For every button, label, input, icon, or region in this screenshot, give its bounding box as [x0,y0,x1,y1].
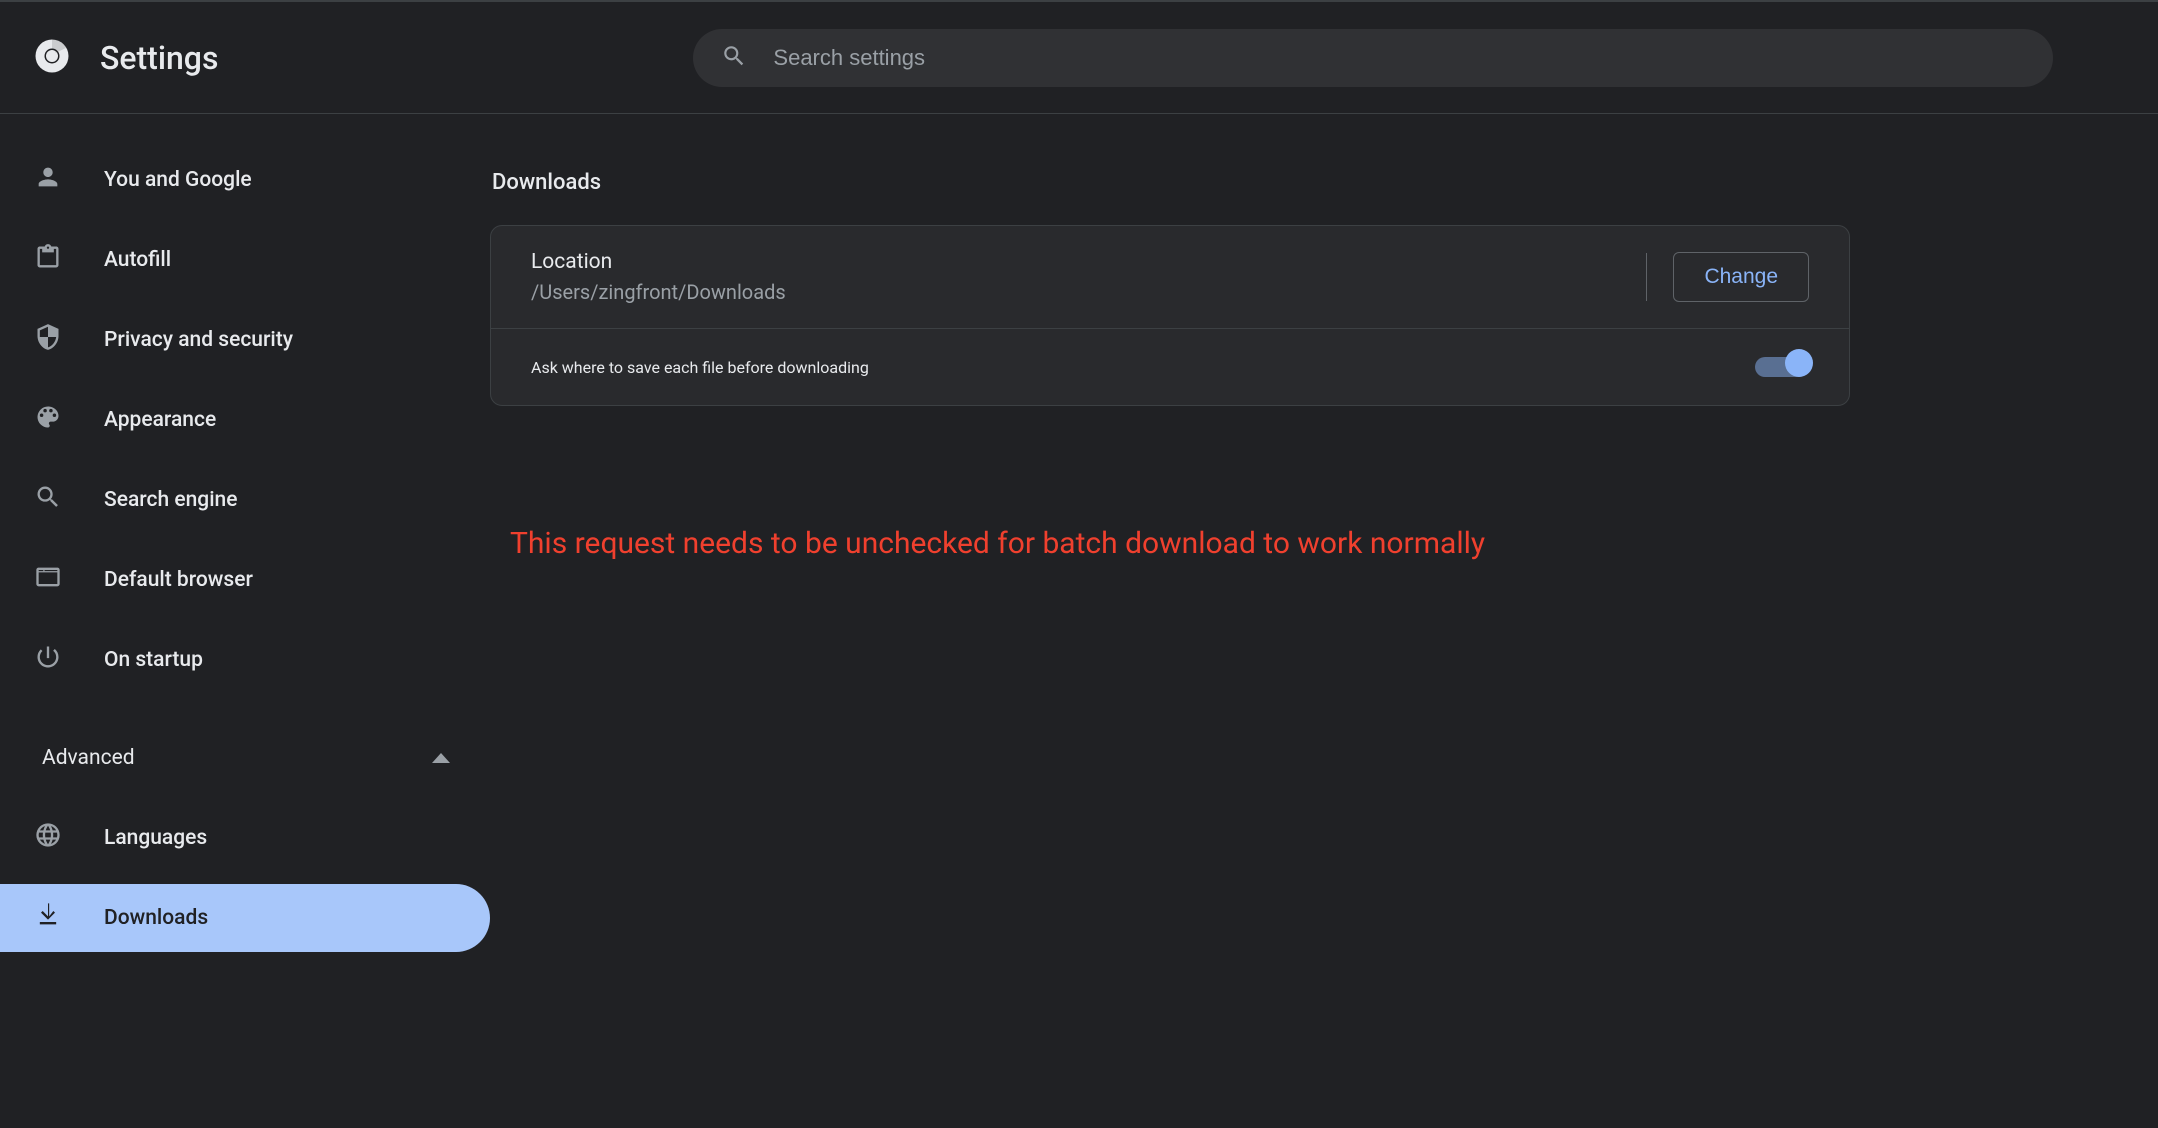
search-container[interactable] [693,29,2053,87]
ask-where-row: Ask where to save each file before downl… [491,328,1849,405]
sidebar-item-label: Appearance [104,408,216,432]
sidebar-item-label: You and Google [104,168,252,192]
sidebar-item-default-browser[interactable]: Default browser [0,546,490,614]
change-location-button[interactable]: Change [1673,252,1809,302]
sidebar-item-you-and-google[interactable]: You and Google [0,146,490,214]
section-title: Downloads [490,170,2158,195]
sidebar-item-label: Languages [104,826,207,850]
search-icon [34,483,62,517]
sidebar-item-downloads[interactable]: Downloads [0,884,490,952]
annotation-warning-text: This request needs to be unchecked for b… [510,526,2158,561]
download-icon [34,901,62,935]
sidebar-item-languages[interactable]: Languages [0,804,490,872]
sidebar-item-label: On startup [104,648,203,672]
person-icon [34,163,62,197]
sidebar: You and Google Autofill Privacy and secu… [0,114,490,1126]
location-path: /Users/zingfront/Downloads [531,280,786,304]
sidebar-item-privacy[interactable]: Privacy and security [0,306,490,374]
sidebar-item-label: Search engine [104,488,238,512]
sidebar-advanced-toggle[interactable]: Advanced [0,724,490,792]
header-title-group: Settings [34,38,218,78]
sidebar-item-label: Autofill [104,248,171,272]
clipboard-icon [34,243,62,277]
sidebar-item-on-startup[interactable]: On startup [0,626,490,694]
advanced-label: Advanced [42,746,135,770]
location-text: Location /Users/zingfront/Downloads [531,250,786,304]
downloads-card: Location /Users/zingfront/Downloads Chan… [490,225,1850,406]
chevron-up-icon [432,753,450,763]
main-content: Downloads Location /Users/zingfront/Down… [490,114,2158,1126]
search-input[interactable] [773,45,2025,71]
sidebar-item-label: Default browser [104,568,253,592]
search-icon [721,43,747,73]
power-icon [34,643,62,677]
sidebar-item-search-engine[interactable]: Search engine [0,466,490,534]
sidebar-item-label: Privacy and security [104,328,293,352]
sidebar-item-autofill[interactable]: Autofill [0,226,490,294]
shield-icon [34,323,62,357]
sidebar-item-appearance[interactable]: Appearance [0,386,490,454]
ask-where-toggle[interactable] [1755,353,1809,381]
vertical-divider [1646,253,1647,301]
location-label: Location [531,250,786,274]
sidebar-item-label: Downloads [104,906,208,930]
app-header: Settings [0,2,2158,114]
ask-where-label: Ask where to save each file before downl… [531,358,869,377]
location-row: Location /Users/zingfront/Downloads Chan… [491,226,1849,328]
palette-icon [34,403,62,437]
chrome-logo-icon [34,38,70,78]
globe-icon [34,821,62,855]
page-title: Settings [100,39,218,77]
browser-icon [34,563,62,597]
